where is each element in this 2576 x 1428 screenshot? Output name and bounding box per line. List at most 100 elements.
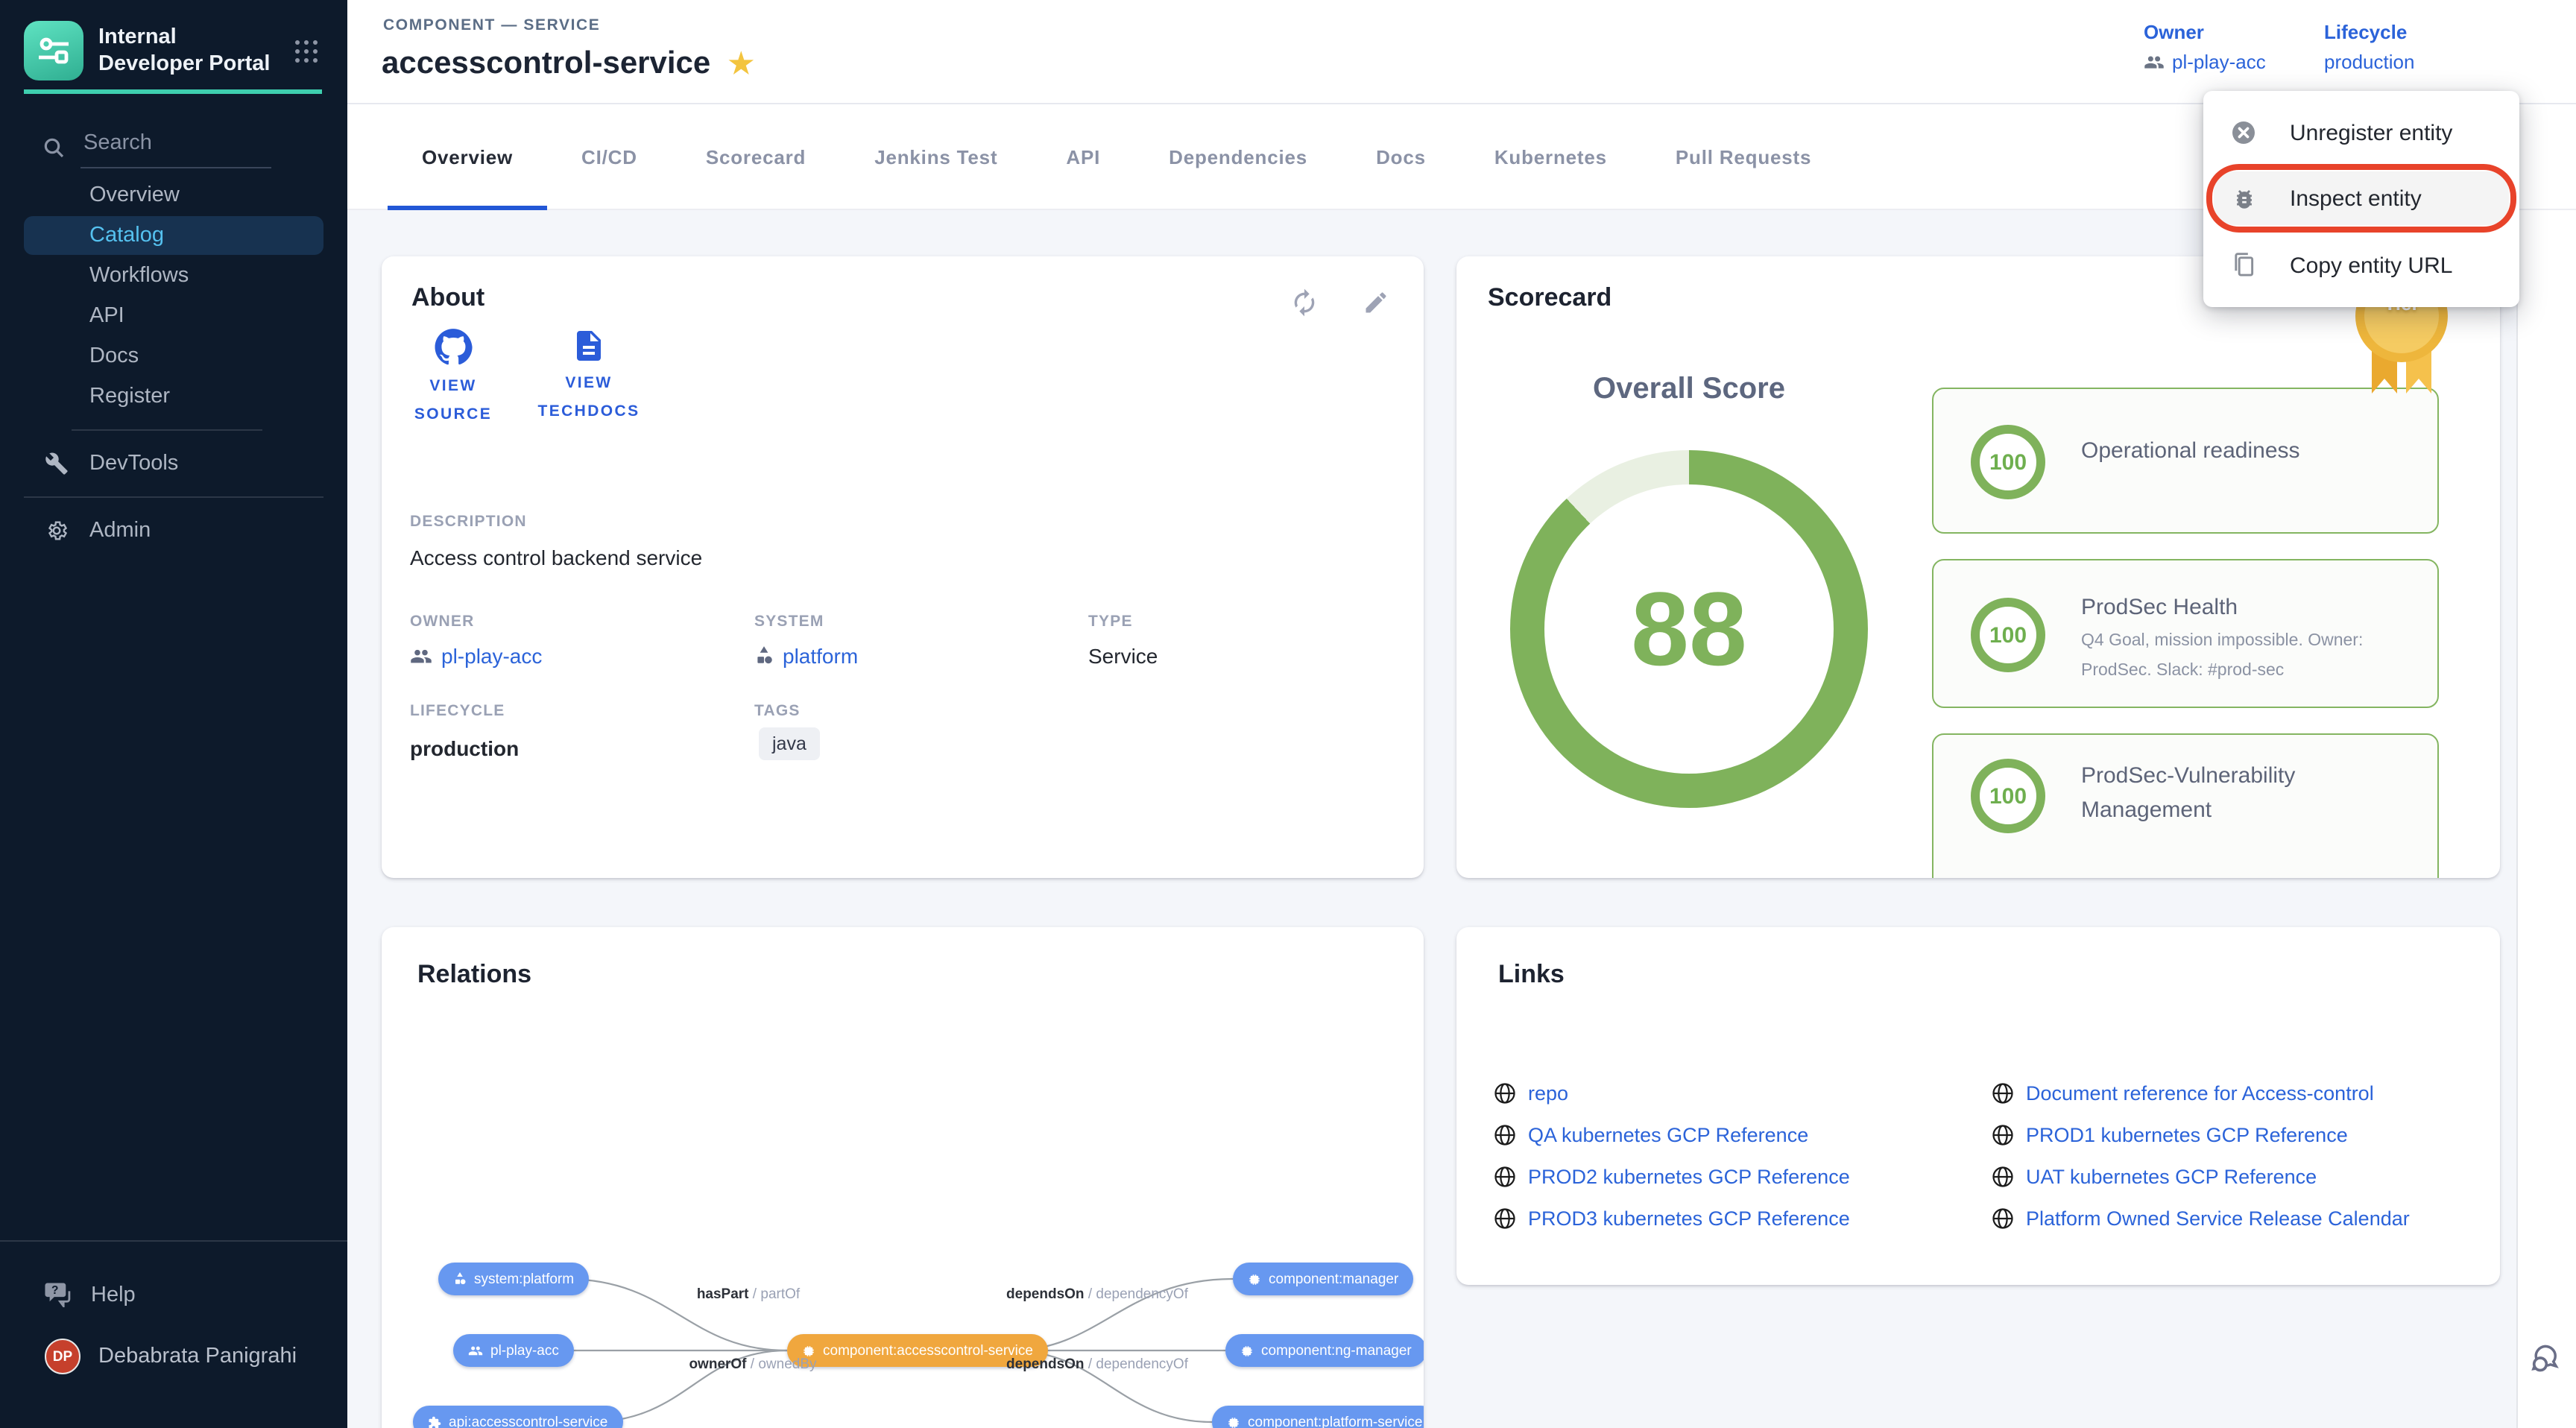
- tab-pull-requests[interactable]: Pull Requests: [1641, 104, 1846, 209]
- tab-dependencies[interactable]: Dependencies: [1134, 104, 1342, 209]
- link-prod1-kubernetes[interactable]: PROD1 kubernetes GCP Reference: [1992, 1124, 2348, 1146]
- document-icon: [571, 328, 607, 364]
- link-uat-kubernetes[interactable]: UAT kubernetes GCP Reference: [1992, 1166, 2317, 1188]
- type-field-value: Service: [1088, 644, 1158, 668]
- description-label: DESCRIPTION: [410, 513, 527, 531]
- owner-meta: Owner pl-play-acc: [2144, 21, 2266, 73]
- favorite-star-icon[interactable]: ★: [728, 50, 754, 78]
- sidebar-item-admin[interactable]: Admin: [24, 511, 323, 550]
- menu-item-label: Unregister entity: [2290, 120, 2452, 145]
- tab-kubernetes[interactable]: Kubernetes: [1460, 104, 1641, 209]
- tab-overview[interactable]: Overview: [388, 104, 547, 209]
- apps-grid-icon[interactable]: [295, 40, 318, 62]
- sidebar-item-catalog[interactable]: Catalog: [24, 216, 323, 255]
- menu-item-copy-entity-url[interactable]: Copy entity URL: [2203, 238, 2519, 292]
- view-techdocs-link[interactable]: VIEWTECHDOCS: [517, 328, 660, 426]
- entity-context-menu: Unregister entity Inspect entity Copy en…: [2203, 91, 2519, 307]
- sidebar-item-overview[interactable]: Overview: [24, 176, 323, 215]
- edit-button[interactable]: [1360, 286, 1392, 319]
- search-input[interactable]: [80, 125, 271, 168]
- group-icon: [468, 1345, 483, 1356]
- score-item[interactable]: 100 ProdSec Health Q4 Goal, mission impo…: [1932, 559, 2439, 708]
- menu-item-inspect-entity[interactable]: Inspect entity: [2214, 171, 2509, 225]
- score-item[interactable]: 100 ProdSec-Vulnerability Management: [1932, 733, 2439, 878]
- app-window: Internal Developer Portal Overview Catal…: [0, 0, 2576, 1428]
- edge-label: dependsOn / dependencyOf: [1006, 1356, 1188, 1373]
- lifecycle-field-label: LIFECYCLE: [410, 702, 505, 720]
- graph-node-component-platform-service[interactable]: component:platform-service: [1212, 1406, 1424, 1428]
- sidebar-item-label: DevTools: [89, 452, 178, 476]
- sidebar-item-label: API: [89, 304, 124, 328]
- group-icon: [2144, 54, 2165, 70]
- sidebar-user[interactable]: DP Debabrata Panigrahi: [45, 1339, 297, 1374]
- sidebar-item-docs[interactable]: Docs: [24, 337, 323, 376]
- graph-node-component-ng-manager[interactable]: component:ng-manager: [1225, 1334, 1424, 1367]
- link-repo[interactable]: repo: [1494, 1082, 1568, 1105]
- overall-score-label: Overall Score: [1555, 373, 1823, 407]
- github-icon: [434, 328, 473, 367]
- brand-logo-icon: [24, 21, 83, 80]
- sidebar-item-label: Docs: [89, 344, 139, 368]
- view-source-link[interactable]: VIEWSOURCE: [382, 328, 525, 429]
- chat-bubbles-icon: [2531, 1342, 2567, 1374]
- tab-label: CI/CD: [581, 145, 637, 168]
- overall-score-value: 88: [1510, 450, 1868, 808]
- score-label: ProdSec Health: [2081, 590, 2238, 625]
- score-label: Operational readiness: [2081, 434, 2300, 469]
- pencil-icon: [1363, 289, 1389, 316]
- sidebar-item-workflows[interactable]: Workflows: [24, 256, 323, 295]
- tab-label: Overview: [422, 145, 513, 168]
- link-prod2-kubernetes[interactable]: PROD2 kubernetes GCP Reference: [1494, 1166, 1850, 1188]
- view-source-label: VIEWSOURCE: [414, 373, 492, 429]
- tab-label: API: [1066, 145, 1100, 168]
- globe-icon: [1992, 1124, 2014, 1146]
- graph-node-api-accesscontrol-service[interactable]: api:accesscontrol-service: [413, 1406, 622, 1428]
- lifecycle-meta: Lifecycle production: [2324, 21, 2414, 73]
- sidebar-item-devtools[interactable]: DevTools: [24, 444, 323, 483]
- tab-scorecard[interactable]: Scorecard: [672, 104, 840, 209]
- help-chat-icon: ?: [45, 1282, 73, 1307]
- link-prod3-kubernetes[interactable]: PROD3 kubernetes GCP Reference: [1494, 1207, 1850, 1230]
- sidebar-item-register[interactable]: Register: [24, 377, 323, 416]
- score-label: ProdSec-Vulnerability Management: [2081, 759, 2416, 828]
- tab-cicd[interactable]: CI/CD: [547, 104, 672, 209]
- link-release-calendar[interactable]: Platform Owned Service Release Calendar: [1992, 1207, 2410, 1230]
- link-qa-kubernetes[interactable]: QA kubernetes GCP Reference: [1494, 1124, 1808, 1146]
- owner-link[interactable]: pl-play-acc: [2144, 51, 2266, 73]
- sidebar-search[interactable]: [42, 125, 280, 168]
- tab-docs[interactable]: Docs: [1342, 104, 1460, 209]
- graph-node-component-manager[interactable]: component:manager: [1233, 1263, 1413, 1295]
- system-field-link[interactable]: platform: [754, 644, 858, 668]
- menu-item-unregister-entity[interactable]: Unregister entity: [2203, 106, 2519, 159]
- globe-icon: [1494, 1124, 1516, 1146]
- svg-text:?: ?: [51, 1284, 58, 1297]
- tab-jenkins-test[interactable]: Jenkins Test: [840, 104, 1032, 209]
- copy-icon: [2230, 252, 2257, 279]
- description-value: Access control backend service: [410, 546, 702, 569]
- sidebar-item-label: Overview: [89, 183, 180, 207]
- sidebar-item-label: Workflows: [89, 264, 189, 288]
- chat-widget-button[interactable]: [2531, 1342, 2567, 1382]
- globe-icon: [1494, 1082, 1516, 1105]
- tab-label: Kubernetes: [1494, 145, 1607, 168]
- brand[interactable]: Internal Developer Portal: [24, 21, 322, 80]
- graph-node-pl-play-acc[interactable]: pl-play-acc: [453, 1334, 574, 1367]
- link-document-reference[interactable]: Document reference for Access-control: [1992, 1082, 2374, 1105]
- page-title: accesscontrol-service ★: [382, 46, 754, 82]
- sidebar-item-help[interactable]: ? Help: [45, 1282, 136, 1307]
- bug-icon: [2230, 186, 2257, 211]
- sidebar-nav: Overview Catalog Workflows API Docs Regi…: [0, 176, 347, 552]
- scroll-gutter[interactable]: [2516, 0, 2576, 1428]
- tab-label: Dependencies: [1169, 145, 1307, 168]
- chip-icon: [1248, 1272, 1261, 1286]
- owner-field-link[interactable]: pl-play-acc: [410, 644, 542, 668]
- graph-node-system-platform[interactable]: system:platform: [438, 1263, 589, 1295]
- tags-field-label: TAGS: [754, 702, 801, 720]
- refresh-button[interactable]: [1288, 286, 1321, 319]
- score-badge: 100: [1971, 759, 2045, 833]
- tab-api[interactable]: API: [1032, 104, 1134, 209]
- sidebar-item-api[interactable]: API: [24, 297, 323, 335]
- tag-chip[interactable]: java: [759, 727, 820, 760]
- sidebar: Internal Developer Portal Overview Catal…: [0, 0, 347, 1428]
- gear-icon: [45, 519, 69, 543]
